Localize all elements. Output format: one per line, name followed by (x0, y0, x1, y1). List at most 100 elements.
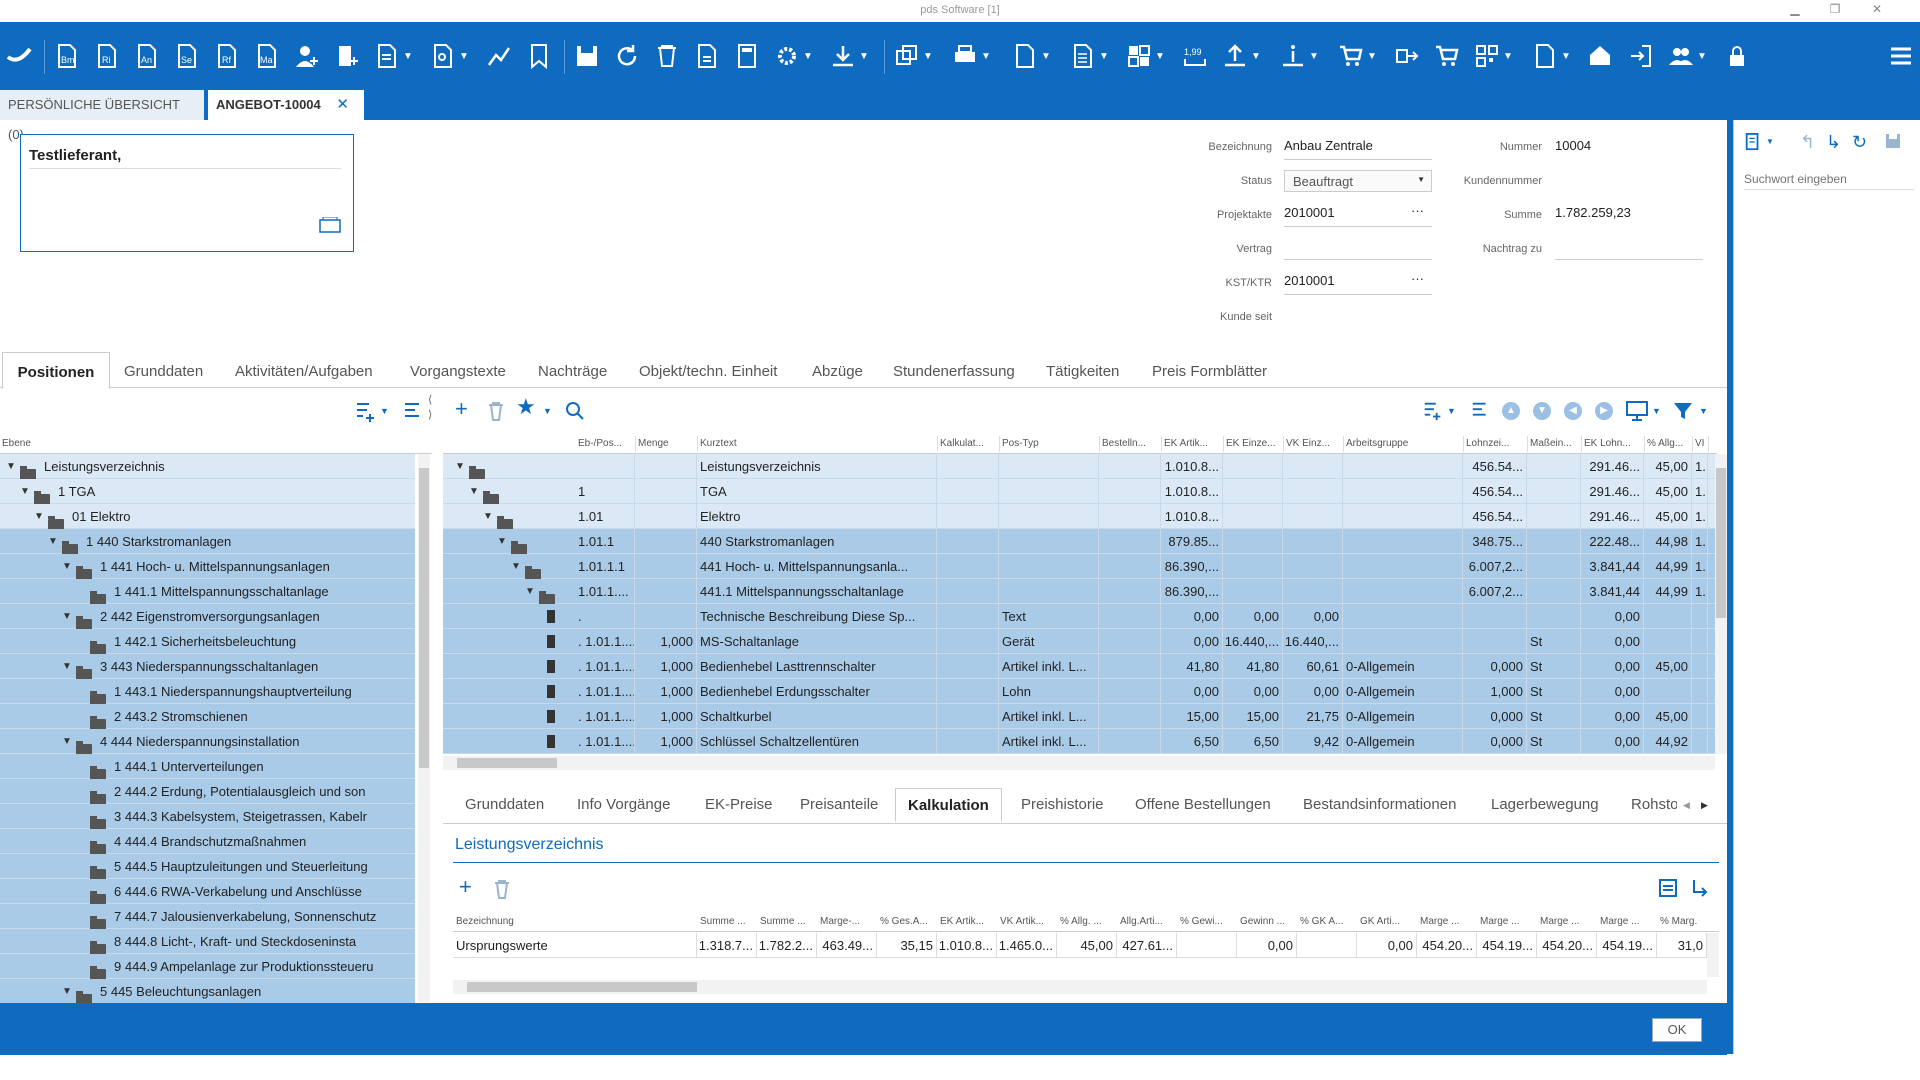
calc-column-header[interactable]: Marge ... (1540, 916, 1596, 927)
grid-column-header[interactable]: Eb-/Pos... (578, 438, 634, 449)
calc-column-header[interactable]: Bezeichnung (456, 916, 696, 927)
grid-column-header[interactable]: Pos-Typ (1002, 438, 1098, 449)
calc-column-header[interactable]: % GK A... (1300, 916, 1356, 927)
grid-column-header[interactable]: % Allg... (1647, 438, 1691, 449)
expand-toggle-icon[interactable]: ▼ (48, 529, 58, 554)
tree-item[interactable]: ▼ 3 443 Niederspannungsschaltanlagen (0, 654, 415, 680)
calc-column-header[interactable]: % Ges.A... (880, 916, 936, 927)
expand-toggle-icon[interactable]: ▼ (62, 729, 72, 754)
search-document-icon[interactable]: ▼ (430, 42, 469, 70)
tree-item[interactable]: 5 444.5 Hauptzuleitungen und Steuerleitu… (0, 854, 415, 880)
tab-aktivitaeten[interactable]: Aktivitäten/Aufgaben (235, 352, 373, 388)
grid-column-header[interactable]: Kurztext (700, 438, 936, 449)
close-window-button[interactable]: ✕ (1862, 2, 1892, 20)
delete-calc-icon[interactable] (492, 878, 512, 900)
tree-item[interactable]: 1 441.1 Mittelspannungsschaltanlage (0, 579, 415, 605)
grid-row[interactable]: ▼ 1.01.1 440 Starkstromanlagen 879.85... 348… (443, 529, 1715, 555)
delete-row-icon[interactable] (486, 400, 506, 422)
tree-item[interactable]: 2 443.2 Stromschienen (0, 704, 415, 730)
grid-column-header[interactable]: Menge (638, 438, 696, 449)
expand-toggle-icon[interactable]: ▼ (62, 604, 72, 629)
calc-column-header[interactable]: VK Artik... (1000, 916, 1056, 927)
tab-taetigkeiten[interactable]: Tätigkeiten (1046, 352, 1119, 388)
calculator-icon[interactable] (734, 42, 760, 70)
add-building-icon[interactable] (334, 42, 360, 70)
tab-personal-overview[interactable]: PERSÖNLICHE ÜBERSICHT (0) (0, 90, 204, 142)
tree-item[interactable]: 1 443.1 Niederspannungshauptverteilung (0, 679, 415, 705)
bm-document-icon[interactable]: Bm (54, 42, 80, 70)
import-icon[interactable]: ▼ (830, 42, 869, 70)
grid-row[interactable]: . 1.01.1.... 1,000 Bedienhebel Erdungsscha… (443, 679, 1715, 704)
save-icon[interactable] (1884, 132, 1902, 150)
grid-column-header[interactable]: Bestelln... (1102, 438, 1160, 449)
calc-row[interactable]: Ursprungswerte 1.318.7... 1.782.2... 463.49… (453, 933, 1707, 958)
move-right-icon[interactable]: ▶ (1595, 402, 1613, 420)
tree-item[interactable]: 2 444.2 Erdung, Potentialausgleich und s… (0, 779, 415, 805)
tree-scrollbar[interactable] (418, 454, 430, 1002)
move-left-icon[interactable]: ◀ (1564, 402, 1582, 420)
tree-item[interactable]: 6 444.6 RWA-Verkabelung und Anschlüsse (0, 879, 415, 905)
chevron-down-icon[interactable]: ▼ (1766, 137, 1774, 146)
tree-item[interactable]: ▼ 1 TGA (0, 479, 415, 505)
lock-info-icon[interactable] (1726, 42, 1752, 70)
tree-item[interactable]: ▼ 2 442 Eigenstromversorgungsanlagen (0, 604, 415, 630)
tab-objekt[interactable]: Objekt/techn. Einheit (639, 352, 777, 388)
tree-item[interactable]: 1 444.1 Unterverteilungen (0, 754, 415, 780)
grid-hscrollbar-thumb[interactable] (457, 758, 557, 768)
home-transfer-icon[interactable] (1588, 42, 1614, 70)
logo-icon[interactable] (6, 42, 32, 70)
tab-preis-formblaetter[interactable]: Preis Formblätter (1152, 352, 1267, 388)
subtab-kalkulation[interactable]: Kalkulation (895, 788, 1002, 822)
tab-stundenerfassung[interactable]: Stundenerfassung (893, 352, 1015, 388)
add-list-icon[interactable] (1422, 400, 1444, 422)
enter-icon[interactable]: ↳ (1826, 132, 1841, 153)
filter-icon[interactable] (1672, 400, 1694, 422)
chevron-down-icon[interactable]: ▼ (1652, 406, 1661, 416)
calc-column-header[interactable]: EK Artik... (940, 916, 996, 927)
add-calc-icon[interactable]: + (459, 874, 472, 900)
chevron-down-icon[interactable]: ▼ (1699, 406, 1708, 416)
tree-item[interactable]: ▼ Leistungsverzeichnis (0, 454, 415, 480)
kst-field[interactable]: 2010001 ··· (1284, 271, 1432, 295)
subtab-rohstoffe[interactable]: Rohsto (1631, 788, 1677, 822)
add-user-icon[interactable] (294, 42, 320, 70)
move-up-icon[interactable]: ▲ (1502, 402, 1520, 420)
tree-item[interactable]: ▼ 01 Elektro (0, 504, 415, 530)
tree-scrollbar-thumb[interactable] (419, 468, 429, 768)
grid-column-header[interactable]: EK Artik... (1164, 438, 1222, 449)
projektakte-field[interactable]: 2010001 ··· (1284, 203, 1432, 227)
an-document-icon[interactable]: An (134, 42, 160, 70)
search-input[interactable] (1744, 168, 1914, 190)
gear-icon[interactable]: ▼ (774, 42, 813, 70)
bookmark-icon[interactable] (526, 42, 552, 70)
save-icon[interactable] (574, 42, 600, 70)
grid-column-header[interactable]: EK Lohn... (1584, 438, 1643, 449)
expand-toggle-icon[interactable]: ▼ (469, 479, 479, 504)
se-document-icon[interactable]: Se (174, 42, 200, 70)
expand-toggle-icon[interactable]: ▼ (34, 504, 44, 529)
calc-column-header[interactable]: Marge-... (820, 916, 876, 927)
chart-icon[interactable] (486, 42, 512, 70)
grid-row[interactable]: . 1.01.1.... 1,000 Schlüssel Schaltzellent… (443, 729, 1715, 754)
calc-column-header[interactable]: Gewinn ... (1240, 916, 1296, 927)
subtab-ek-preise[interactable]: EK-Preise (705, 788, 773, 822)
monitor-icon[interactable] (1625, 400, 1649, 422)
ma-document-icon[interactable]: Ma (254, 42, 280, 70)
refresh-icon[interactable] (614, 42, 640, 70)
tabs-scroll-left-icon[interactable]: ◀ (1683, 800, 1690, 811)
chevron-down-icon[interactable]: ▼ (380, 406, 389, 416)
expand-toggle-icon[interactable]: ▼ (6, 454, 16, 479)
grid-row[interactable]: ▼ 1.01 Elektro 1.010.8... 456.54... 291.46...… (443, 504, 1715, 530)
more-icon[interactable]: ··· (1411, 271, 1424, 286)
grid-row[interactable]: . 1.01.1.... 1,000 MS-Schaltanlage Gerät 0,0… (443, 629, 1715, 654)
tab-positionen[interactable]: Positionen (2, 352, 110, 389)
grid-row[interactable]: ▼ 1.01.1.1 441 Hoch- u. Mittelspannungsanl… (443, 554, 1715, 580)
subtab-lagerbewegung[interactable]: Lagerbewegung (1491, 788, 1599, 822)
download-info-icon[interactable]: ▼ (1280, 42, 1319, 70)
list-document-icon[interactable]: ▼ (1070, 42, 1109, 70)
calc-column-header[interactable]: Marge ... (1480, 916, 1536, 927)
grid-column-header[interactable]: Maßein... (1530, 438, 1580, 449)
calc-column-header[interactable]: Marge ... (1600, 916, 1656, 927)
subtab-preishistorie[interactable]: Preishistorie (1021, 788, 1104, 822)
vendor-box[interactable]: Testlieferant, (20, 134, 354, 252)
